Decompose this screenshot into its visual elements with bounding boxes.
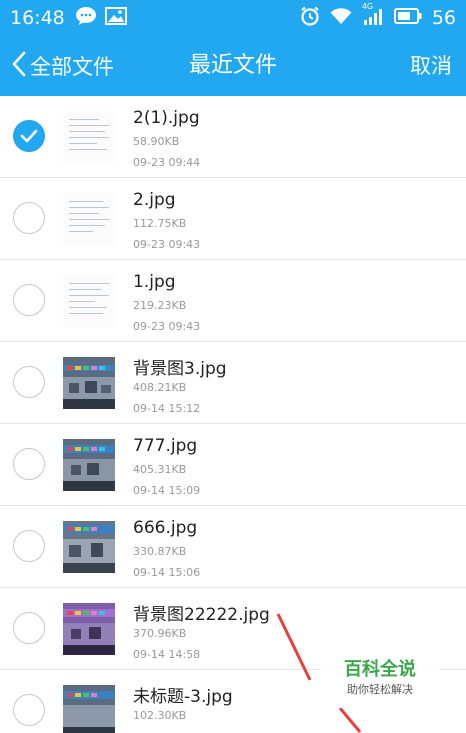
file-size: 330.87KB	[133, 545, 187, 558]
watermark-main: 百科全说	[344, 659, 416, 680]
file-name: 未标题-3.jpg	[133, 687, 233, 707]
checkbox[interactable]	[13, 530, 45, 562]
back-label: 全部文件	[30, 55, 114, 79]
wifi-icon	[330, 7, 352, 29]
file-size: 219.23KB	[133, 299, 187, 312]
file-list: 2(1).jpg 58.90KB 09-23 09:44 2.jpg 112.7…	[0, 96, 466, 733]
chevron-left-icon	[12, 51, 26, 81]
file-name: 2(1).jpg	[133, 108, 200, 128]
checkbox[interactable]	[13, 202, 45, 234]
signal-label: 4G	[361, 2, 374, 11]
status-time: 16:48	[10, 7, 65, 29]
list-item[interactable]: 1.jpg 219.23KB 09-23 09:43	[0, 260, 466, 342]
file-thumbnail	[63, 603, 115, 655]
file-date: 09-14 15:09	[133, 484, 201, 497]
file-thumbnail	[63, 193, 115, 245]
list-item[interactable]: 2.jpg 112.75KB 09-23 09:43	[0, 178, 466, 260]
file-date: 09-23 09:44	[133, 156, 201, 169]
list-item[interactable]: 777.jpg 405.31KB 09-14 15:09	[0, 424, 466, 506]
file-name: 2.jpg	[133, 190, 176, 210]
file-size: 58.90KB	[133, 135, 180, 148]
alarm-icon	[300, 6, 320, 30]
file-name: 背景图3.jpg	[133, 359, 227, 379]
watermark-sub: 助你轻松解决	[347, 683, 413, 696]
file-thumbnail	[63, 357, 115, 409]
file-thumbnail	[63, 275, 115, 327]
chat-icon	[75, 6, 97, 30]
file-thumbnail	[63, 685, 115, 733]
signal-icon: 4G	[362, 2, 384, 30]
file-date: 09-14 15:06	[133, 566, 201, 579]
file-date: 09-14 15:12	[133, 402, 201, 415]
battery-level: 56	[431, 7, 456, 29]
watermark: 百科全说 助你轻松解决	[320, 658, 440, 708]
list-item[interactable]: 2(1).jpg 58.90KB 09-23 09:44	[0, 96, 466, 178]
file-size: 112.75KB	[133, 217, 187, 230]
status-bar: 16:48 4G 56	[0, 0, 466, 36]
file-size: 370.96KB	[133, 627, 187, 640]
file-date: 09-14 14:58	[133, 648, 201, 661]
app-header: 全部文件 最近文件 取消	[0, 36, 466, 96]
file-thumbnail	[63, 439, 115, 491]
checkbox[interactable]	[13, 694, 45, 726]
file-name: 背景图22222.jpg	[133, 605, 270, 625]
checkbox[interactable]	[13, 612, 45, 644]
image-icon	[104, 7, 127, 29]
list-item[interactable]: 背景图3.jpg 408.21KB 09-14 15:12	[0, 342, 466, 424]
file-date: 09-23 09:43	[133, 238, 201, 251]
file-thumbnail	[63, 521, 115, 573]
file-size: 408.21KB	[133, 381, 187, 394]
file-date: 09-23 09:43	[133, 320, 201, 333]
checkbox[interactable]	[13, 448, 45, 480]
list-item[interactable]: 666.jpg 330.87KB 09-14 15:06	[0, 506, 466, 588]
battery-icon	[393, 8, 422, 28]
checkbox-checked[interactable]	[13, 120, 45, 152]
cancel-button[interactable]: 取消	[410, 36, 452, 96]
file-name: 1.jpg	[133, 272, 176, 292]
file-thumbnail	[63, 111, 115, 163]
file-size: 102.30KB	[133, 709, 187, 722]
file-name: 666.jpg	[133, 518, 198, 538]
checkbox[interactable]	[13, 366, 45, 398]
file-name: 777.jpg	[133, 436, 198, 456]
checkbox[interactable]	[13, 284, 45, 316]
back-button[interactable]: 全部文件	[12, 36, 114, 96]
file-size: 405.31KB	[133, 463, 187, 476]
